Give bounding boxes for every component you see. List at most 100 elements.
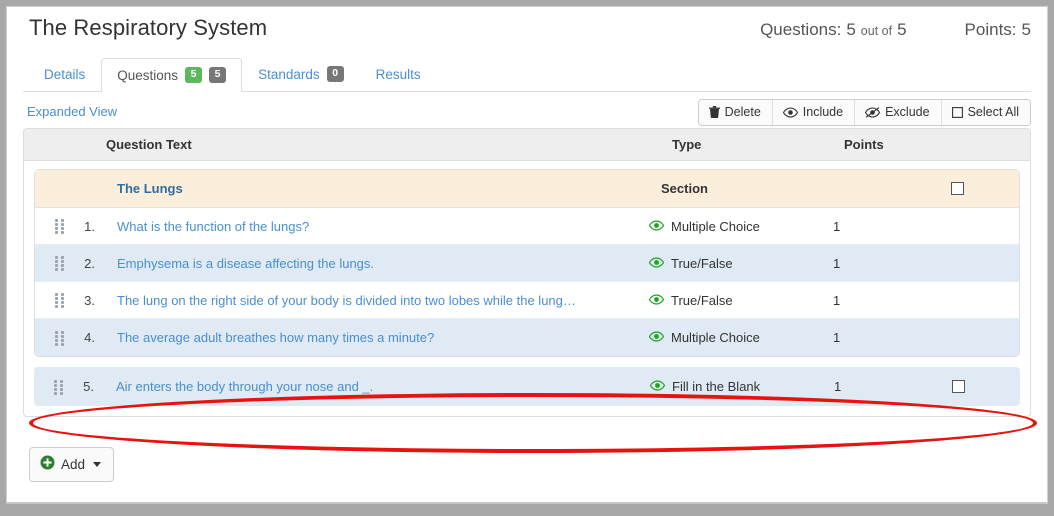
delete-button[interactable]: Delete (698, 100, 773, 125)
row-question-link[interactable]: What is the function of the lungs? (117, 219, 617, 234)
header-cell-type: Type (672, 137, 702, 152)
row-checkbox-cell (924, 380, 1020, 393)
row-question-text-cell: What is the function of the lungs? (103, 219, 635, 234)
row-question-link[interactable]: Emphysema is a disease affecting the lun… (117, 256, 617, 271)
trash-icon (708, 106, 720, 118)
row-question-text-cell: Emphysema is a disease affecting the lun… (103, 256, 635, 271)
row-question-text-cell: The average adult breathes how many time… (103, 330, 635, 345)
tab-standards-badge-count: 0 (326, 66, 344, 82)
row-grip-cell (35, 219, 69, 234)
row-grip-cell (35, 256, 69, 271)
row-type-label: True/False (671, 255, 733, 271)
plus-circle-icon (40, 455, 55, 473)
eye-icon[interactable] (648, 219, 665, 234)
add-button[interactable]: Add (29, 447, 115, 482)
header-cell-points: Points (844, 137, 884, 152)
application-window: The Respiratory System Questions: 5 out … (6, 6, 1048, 504)
drag-handle-icon[interactable] (55, 293, 64, 308)
table-row[interactable]: 1. What is the function of the lungs? Mu… (35, 208, 1019, 245)
section-checkbox-cell (923, 182, 1019, 195)
row-points: 1 (833, 292, 841, 308)
row-type-cell: True/False (635, 256, 811, 271)
section-checkbox[interactable] (950, 182, 964, 195)
drag-handle-icon[interactable] (55, 256, 64, 271)
row-type-label: Multiple Choice (671, 218, 760, 234)
select-all-button[interactable]: Select All (941, 100, 1030, 125)
section-title[interactable]: The Lungs (103, 181, 635, 196)
eye-icon[interactable] (648, 293, 665, 308)
row-grip-cell (34, 379, 68, 395)
row-number: 4. (84, 330, 95, 345)
drag-handle-icon[interactable] (55, 330, 64, 346)
tab-standards[interactable]: Standards 0 (242, 57, 360, 91)
stat-questions-value: 5 (846, 20, 856, 39)
table-header-row: Question Text Type Points (24, 129, 1030, 161)
tab-bar: Details Questions 5 5 Standards 0 Result… (23, 57, 1031, 92)
row-points: 1 (833, 330, 841, 345)
bulk-action-button-group: Delete Include Exclude Select All (697, 99, 1031, 126)
table-toolbar: Expanded View Delete Include Exclude Sel… (23, 92, 1031, 128)
tab-questions-badge-total: 5 (209, 67, 227, 83)
row-question-text-cell: The lung on the right side of your body … (103, 293, 635, 308)
row-question-link[interactable]: The lung on the right side of your body … (117, 293, 617, 308)
table-row[interactable]: 5. Air enters the body through your nose… (34, 367, 1020, 406)
eye-icon (782, 106, 798, 118)
drag-handle-icon[interactable] (55, 219, 64, 234)
tab-results[interactable]: Results (360, 57, 437, 91)
questions-table: Question Text Type Points The Lungs Sect… (23, 128, 1031, 417)
include-button-label: Include (802, 105, 844, 119)
delete-button-label: Delete (724, 105, 761, 119)
stat-points-label: Points: (964, 20, 1017, 39)
row-question-link[interactable]: Air enters the body through your nose an… (116, 379, 616, 394)
tab-standards-label: Standards (258, 66, 320, 82)
row-checkbox[interactable] (951, 380, 965, 393)
header-stats: Questions: 5 out of 5 Points: 5 (760, 20, 1031, 40)
row-number: 3. (84, 292, 95, 308)
page-header: The Respiratory System Questions: 5 out … (7, 7, 1047, 57)
table-row[interactable]: 3. The lung on the right side of your bo… (35, 282, 1019, 319)
row-points: 1 (834, 379, 842, 394)
eye-slash-icon (865, 106, 881, 118)
section-type-label: Section (661, 181, 708, 196)
section-card: The Lungs Section 1. What is the functio… (34, 169, 1020, 357)
row-number: 5. (83, 379, 94, 394)
exclude-button[interactable]: Exclude (855, 100, 942, 125)
expanded-view-link[interactable]: Expanded View (27, 104, 117, 119)
row-points: 1 (833, 255, 841, 271)
row-type-cell: True/False (635, 293, 811, 308)
select-all-button-label: Select All (967, 105, 1019, 119)
include-button[interactable]: Include (772, 100, 856, 125)
tab-details[interactable]: Details (28, 57, 101, 91)
eye-icon[interactable] (648, 330, 665, 345)
stat-points-value: 5 (1021, 20, 1031, 39)
row-question-text-cell: Air enters the body through your nose an… (102, 379, 636, 394)
tab-questions[interactable]: Questions 5 5 (101, 58, 243, 92)
tab-details-label: Details (44, 66, 86, 82)
section-header-row: The Lungs Section (35, 170, 1019, 208)
row-type-cell: Multiple Choice (635, 219, 811, 234)
row-grip-cell (35, 330, 69, 346)
tab-results-label: Results (375, 66, 421, 82)
checkbox-icon (951, 106, 963, 118)
row-type-label: Multiple Choice (671, 330, 760, 345)
header-cell-question-text: Question Text (106, 137, 192, 152)
row-question-link[interactable]: The average adult breathes how many time… (117, 330, 617, 345)
row-type-label: True/False (671, 292, 733, 308)
drag-handle-icon[interactable] (54, 379, 63, 395)
table-row[interactable]: 2. Emphysema is a disease affecting the … (35, 245, 1019, 282)
eye-icon[interactable] (648, 256, 665, 271)
tab-questions-badge-included: 5 (185, 67, 203, 83)
row-number: 2. (84, 255, 95, 271)
stat-questions-middle: out of (860, 24, 893, 38)
standalone-row-wrapper: 5. Air enters the body through your nose… (34, 367, 1020, 406)
eye-icon[interactable] (649, 379, 666, 394)
row-type-label: Fill in the Blank (672, 379, 761, 394)
row-type-cell: Fill in the Blank (636, 379, 812, 394)
stat-points: Points: 5 (965, 20, 1031, 40)
exclude-button-label: Exclude (885, 105, 930, 119)
tab-questions-label: Questions (117, 67, 179, 83)
add-button-label: Add (61, 456, 86, 472)
table-row[interactable]: 4. The average adult breathes how many t… (35, 319, 1019, 356)
row-points: 1 (833, 218, 841, 234)
chevron-down-icon (93, 461, 102, 467)
